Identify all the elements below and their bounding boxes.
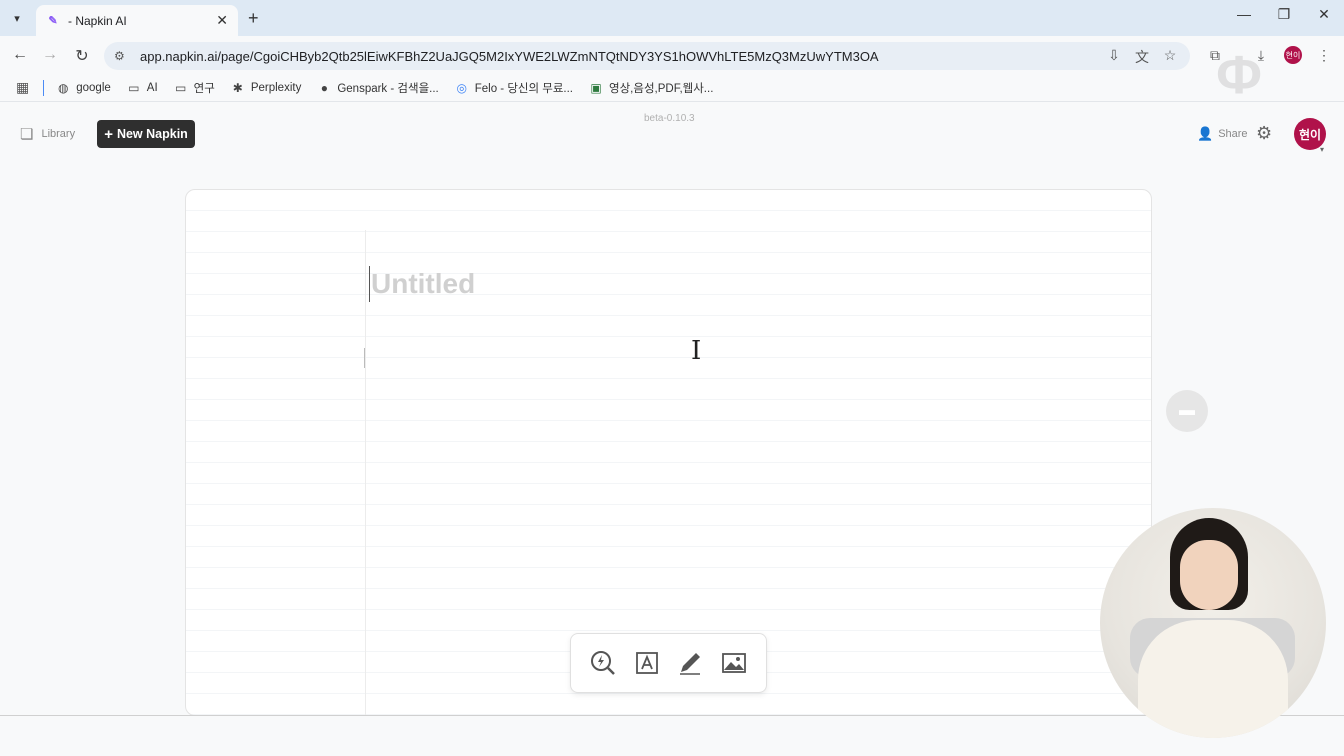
chat-bubble-icon: ▬ — [1179, 402, 1195, 419]
bookmark-label: Felo - 당신의 무료... — [474, 82, 574, 95]
bookmark-google[interactable]: ◍ google — [56, 81, 111, 95]
bookmark-label: 연구 — [193, 82, 215, 95]
browser-menu-icon[interactable]: ⋮ — [1314, 47, 1334, 64]
chevron-down-icon[interactable]: ▾ — [1320, 145, 1324, 154]
presenter-body — [1138, 620, 1288, 738]
tab-title: - Napkin AI — [68, 13, 127, 28]
bookmark-genspark[interactable]: ● Genspark - 검색을... — [317, 80, 439, 96]
text-caret — [369, 266, 370, 302]
forward-button[interactable]: → — [40, 46, 60, 64]
apps-grid-icon[interactable]: ▦ — [16, 79, 29, 96]
new-napkin-label: New Napkin — [116, 127, 188, 141]
close-tab-icon[interactable]: ✕ — [216, 12, 228, 29]
bookmark-felo[interactable]: ◎ Felo - 당신의 무료... — [455, 80, 573, 96]
translate-icon[interactable]: 文 — [1132, 47, 1152, 67]
back-button[interactable]: ← — [10, 46, 30, 64]
site-info-icon[interactable]: ⚙ — [114, 49, 134, 63]
restore-button[interactable]: ❐ — [1274, 6, 1294, 23]
bookmark-label: Genspark - 검색을... — [337, 82, 439, 95]
spark-search-icon — [590, 651, 615, 675]
bookmark-label: AI — [146, 81, 158, 94]
bookmark-perplexity[interactable]: ✱ Perplexity — [231, 81, 302, 95]
bookmark-folder-ai[interactable]: ▭ AI — [127, 81, 158, 95]
tab-strip: ▾ ✎ - Napkin AI ✕ + — ❐ ✕ — [0, 0, 1344, 36]
address-bar[interactable]: ⚙ app.napkin.ai/page/CgoiCHByb2Qtb25lEiw… — [104, 42, 1190, 70]
perplexity-icon: ✱ — [232, 80, 243, 95]
close-window-button[interactable]: ✕ — [1314, 6, 1334, 23]
text-box-icon — [635, 652, 658, 674]
text-box-button[interactable] — [632, 648, 662, 678]
image-icon — [722, 653, 747, 673]
webcam-overlay — [1100, 508, 1326, 738]
plus-icon: + — [104, 125, 113, 143]
bookmark-label: Perplexity — [250, 81, 302, 94]
reload-button[interactable]: ↻ — [72, 46, 92, 66]
felo-icon: ◎ — [456, 80, 467, 95]
comment-button[interactable]: ▬ — [1166, 390, 1208, 432]
bookmark-folder-research[interactable]: ▭ 연구 — [174, 80, 215, 96]
pencil-icon — [680, 653, 701, 675]
bookmarks-separator — [43, 79, 45, 96]
share-label: Share — [1218, 128, 1248, 140]
body-caret — [364, 348, 365, 368]
generate-visual-button[interactable] — [588, 648, 618, 678]
minimize-button[interactable]: — — [1234, 6, 1254, 22]
new-napkin-button[interactable]: + New Napkin — [97, 120, 195, 148]
library-label: Library — [41, 128, 76, 140]
chevron-down-icon: ▾ — [14, 12, 20, 25]
folder-icon: ▭ — [128, 80, 140, 95]
bookmark-media-tools[interactable]: ▣ 영상,음성,PDF,웹사... — [589, 80, 713, 96]
url-text[interactable]: app.napkin.ai/page/CgoiCHByb2Qtb25lEiwKF… — [140, 49, 1190, 64]
bookmark-label: google — [76, 81, 111, 94]
folder-icon: ▭ — [174, 80, 187, 95]
insert-toolbar — [570, 633, 767, 693]
new-tab-button[interactable]: + — [248, 8, 259, 29]
presenter-face — [1180, 540, 1238, 610]
channel-watermark: Ф — [1216, 45, 1263, 105]
napkin-favicon-icon: ✎ — [48, 15, 58, 27]
settings-gear-icon[interactable]: ⚙ — [1256, 123, 1272, 144]
install-app-icon[interactable]: ⇩ — [1104, 47, 1124, 64]
globe-icon: ◍ — [57, 80, 69, 95]
draw-button[interactable] — [675, 648, 705, 678]
version-label: beta-0.10.3 — [644, 113, 695, 124]
bookmark-label: 영상,음성,PDF,웹사... — [609, 82, 714, 95]
document-title-input[interactable]: Untitled — [371, 268, 475, 300]
app-header: ❏ Library + New Napkin beta-0.10.3 👤 Sha… — [0, 103, 1344, 163]
image-icon: ▣ — [590, 80, 602, 95]
ibeam-cursor-icon: I — [691, 336, 702, 366]
insert-image-button[interactable] — [719, 648, 749, 678]
genspark-icon: ● — [320, 80, 328, 95]
add-person-icon: 👤 — [1197, 126, 1214, 141]
bookmark-star-icon[interactable]: ☆ — [1160, 47, 1180, 64]
bookmarks-bar: ▦ ◍ google ▭ AI ▭ 연구 ✱ Perplexity ● Genspark … — [0, 74, 1344, 102]
library-icon: ❏ — [20, 126, 34, 143]
tab-search-dropdown[interactable]: ▾ — [6, 8, 28, 28]
browser-profile-avatar[interactable]: 현이 — [1284, 46, 1302, 64]
browser-tab[interactable]: ✎ - Napkin AI ✕ — [36, 5, 238, 36]
share-button[interactable]: 👤 Share — [1197, 126, 1248, 142]
margin-line — [365, 230, 366, 715]
library-button[interactable]: ❏ Library — [20, 125, 75, 143]
